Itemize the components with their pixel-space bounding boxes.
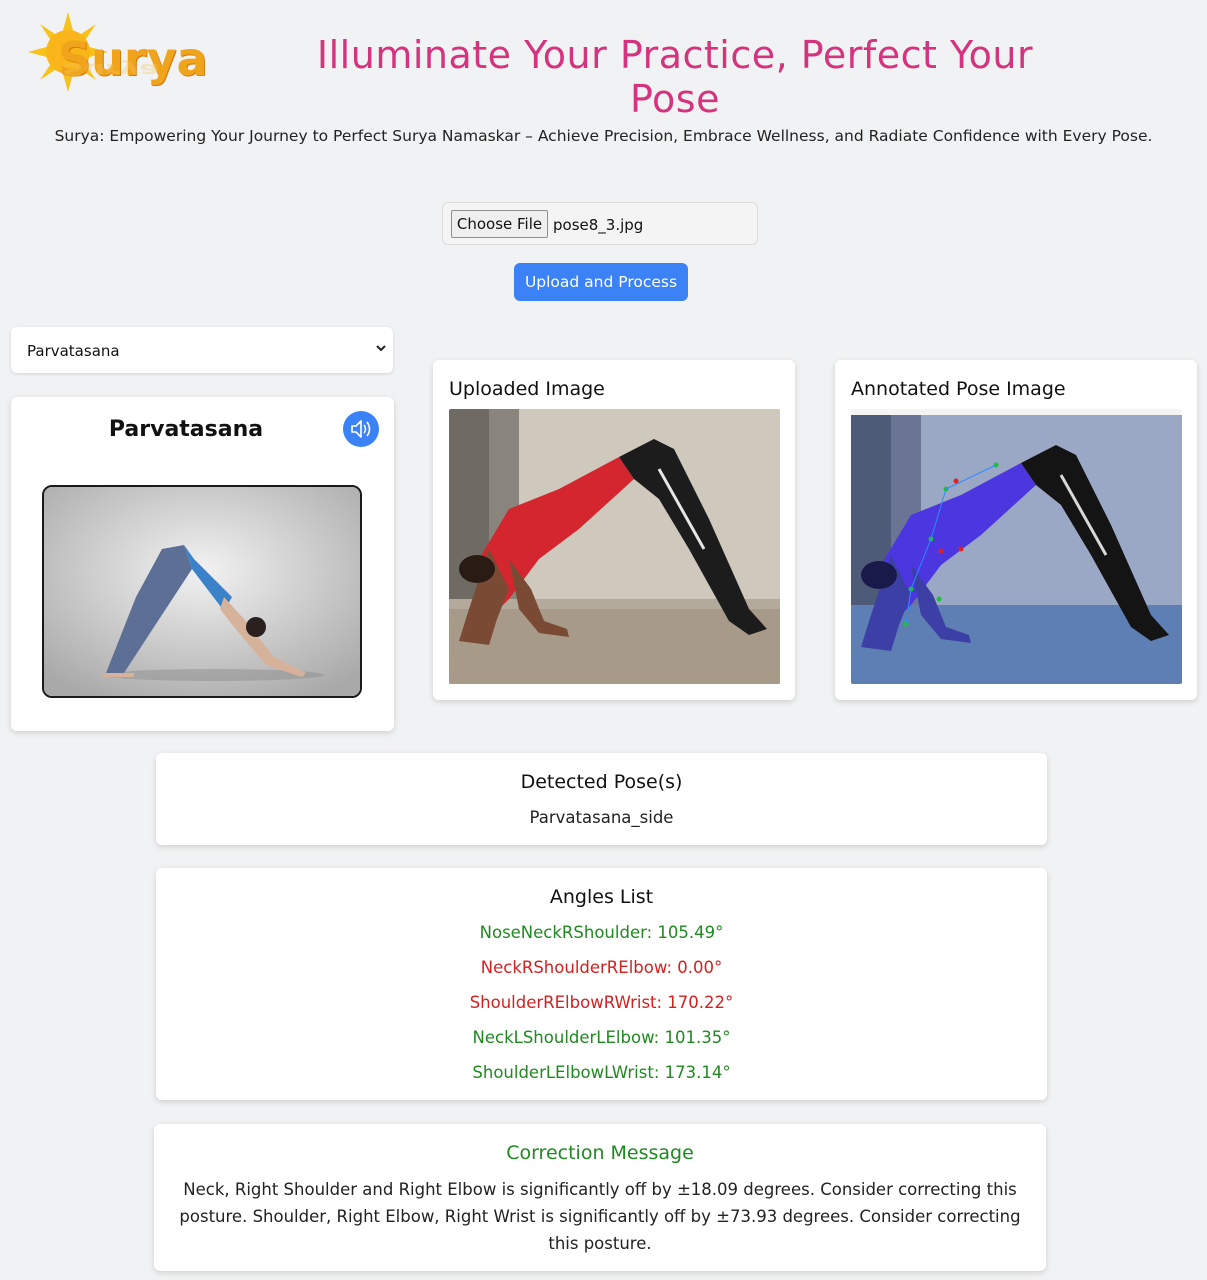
selected-file-name: pose8_3.jpg	[553, 216, 644, 234]
detected-pose-value: Parvatasana_side	[529, 808, 674, 827]
uploaded-image-title: Uploaded Image	[449, 378, 605, 400]
upload-and-process-button[interactable]: Upload and Process	[514, 263, 688, 301]
uploaded-image-card: Uploaded Image	[433, 360, 795, 700]
choose-file-button[interactable]: Choose File	[451, 210, 548, 238]
pose-select[interactable]: Parvatasana	[11, 327, 393, 373]
angle-item: NoseNeckRShoulder: 105.49°	[479, 923, 724, 942]
page-subtitle: Surya: Empowering Your Journey to Perfec…	[54, 127, 1153, 145]
angle-item: NeckRShoulderRElbow: 0.00°	[480, 958, 723, 977]
pose-select-value: Parvatasana	[27, 342, 120, 360]
detected-pose-title: Detected Pose(s)	[520, 771, 683, 793]
annotated-image-card: Annotated Pose Image	[835, 360, 1197, 700]
speaker-button[interactable]	[343, 411, 379, 447]
uploaded-image	[449, 409, 780, 684]
reference-pose-image	[42, 485, 362, 698]
angle-item: ShoulderLElbowLWrist: 173.14°	[472, 1063, 731, 1082]
correction-message-card: Correction Message Neck, Right Shoulder …	[154, 1124, 1046, 1271]
file-input[interactable]: Choose File pose8_3.jpg	[442, 202, 758, 245]
annotated-pose-image	[851, 409, 1182, 684]
logo-reflection: Surya	[62, 59, 160, 80]
angles-list-card: Angles List NoseNeckRShoulder: 105.49° N…	[156, 868, 1047, 1100]
angles-list-title: Angles List	[549, 886, 654, 908]
angle-item: NeckLShoulderLElbow: 101.35°	[472, 1028, 731, 1047]
reference-pose-title: Parvatasana	[108, 417, 264, 442]
angle-item: ShoulderRElbowRWrist: 170.22°	[469, 993, 734, 1012]
annotated-image-title: Annotated Pose Image	[851, 378, 1066, 400]
reference-pose-card: Parvatasana	[11, 397, 394, 731]
correction-message-text: Neck, Right Shoulder and Right Elbow is …	[179, 1180, 1021, 1253]
page-headline: Illuminate Your Practice, Perfect Your P…	[316, 33, 1034, 121]
speaker-icon	[351, 420, 371, 438]
correction-message-title: Correction Message	[506, 1142, 694, 1164]
surya-logo: Surya Surya	[6, 4, 208, 104]
chevron-down-icon	[376, 345, 386, 352]
detected-pose-card: Detected Pose(s) Parvatasana_side	[156, 753, 1047, 845]
